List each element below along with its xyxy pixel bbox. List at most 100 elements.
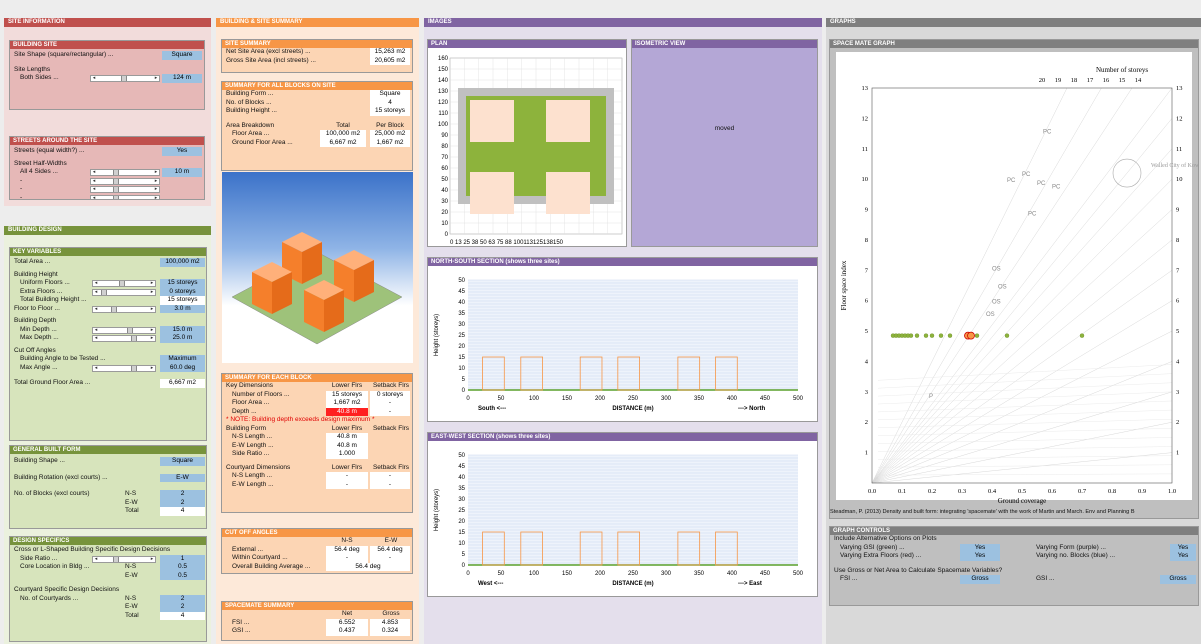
total-area-value[interactable]: 100,000 m2 [160, 258, 205, 267]
x-tick-label: 1.0 [1168, 488, 1176, 495]
plan-y-tick: 160 [438, 56, 449, 62]
scroll-right-icon[interactable]: ▸ [149, 556, 155, 562]
scroll-right-icon[interactable]: ▸ [153, 187, 159, 192]
section-left-label: West <--- [478, 581, 503, 587]
varying-form-toggle[interactable]: Yes [1170, 543, 1196, 552]
scroll-right-icon[interactable]: ▸ [153, 170, 159, 175]
varying-gsi-toggle[interactable]: Yes [960, 543, 1000, 552]
gsi-point [947, 333, 953, 338]
floor-to-floor-scrollbar[interactable]: ◂ ▸ [92, 305, 156, 313]
section-x-tick: 250 [628, 571, 639, 577]
courts-ns-value[interactable]: 2 [160, 594, 205, 603]
scroll-left-icon[interactable]: ◂ [93, 336, 99, 341]
scroll-right-icon[interactable]: ▸ [149, 327, 155, 333]
scroll-left-icon[interactable]: ◂ [91, 178, 97, 184]
scroll-thumb[interactable] [113, 187, 119, 192]
blocks-ew-value[interactable]: 2 [160, 498, 205, 507]
label: All 4 Sides ... [20, 168, 58, 175]
streets-equal-value[interactable]: Yes [162, 147, 202, 156]
scroll-thumb[interactable] [113, 195, 119, 199]
min-depth-value[interactable]: 15.0 m [160, 325, 205, 334]
extra-floors-scrollbar[interactable]: ◂ ▸ [92, 288, 156, 296]
all-sides-value[interactable]: 10 m [162, 168, 202, 177]
scroll-right-icon[interactable]: ▸ [153, 178, 159, 184]
street-width-scrollbar[interactable]: ◂ ▸ [90, 169, 160, 176]
scroll-right-icon[interactable]: ▸ [149, 365, 155, 371]
street-width-scrollbar[interactable]: ◂ ▸ [90, 194, 160, 199]
max-depth-value[interactable]: 25.0 m [160, 334, 205, 343]
gsi-area-select[interactable]: Gross [1160, 575, 1196, 584]
plan-x-ticks: 0 13 25 38 50 63 75 88 100113125138150 [450, 240, 564, 246]
rotation-value[interactable]: E-W [160, 473, 205, 482]
scroll-right-icon[interactable]: ▸ [153, 195, 159, 199]
varying-extra-toggle[interactable]: Yes [960, 552, 1000, 561]
uniform-floors-value[interactable]: 15 storeys [160, 279, 205, 288]
scroll-left-icon[interactable]: ◂ [93, 365, 99, 371]
scroll-left-icon[interactable]: ◂ [93, 281, 99, 286]
annotation-os: OS [986, 312, 995, 318]
building-design-panel: BUILDING DESIGN KEY VARIABLES Total Area… [4, 226, 211, 644]
uniform-floors-scrollbar[interactable]: ◂ ▸ [92, 280, 156, 287]
side-ratio-scrollbar[interactable]: ◂ ▸ [92, 555, 156, 563]
label: Depth ... [232, 407, 257, 415]
y-tick-label-right: 12 [1176, 115, 1183, 122]
y-tick-label: 5 [865, 328, 868, 335]
scroll-left-icon[interactable]: ◂ [91, 76, 97, 81]
courts-ew-value[interactable]: 2 [160, 603, 205, 612]
building-shape-value[interactable]: Square [160, 457, 205, 466]
label: Floor Area ... [232, 130, 270, 137]
both-sides-value[interactable]: 124 m [162, 74, 202, 83]
plan-y-tick: 80 [441, 144, 448, 150]
scroll-right-icon[interactable]: ▸ [149, 336, 155, 341]
street-width-scrollbar[interactable]: ◂ ▸ [90, 186, 160, 193]
extra-floors-value[interactable]: 0 storeys [160, 287, 205, 296]
scroll-right-icon[interactable]: ▸ [149, 281, 155, 286]
fsi-area-select[interactable]: Gross [960, 575, 1000, 584]
scroll-thumb[interactable] [131, 336, 137, 341]
varying-blocks-toggle[interactable]: Yes [1170, 552, 1196, 561]
scroll-thumb[interactable] [113, 556, 119, 562]
scroll-left-icon[interactable]: ◂ [91, 170, 97, 175]
scroll-right-icon[interactable]: ▸ [149, 289, 155, 295]
max-angle-scrollbar[interactable]: ◂ ▸ [92, 364, 156, 372]
angle-tested-value[interactable]: Maximum [160, 355, 205, 364]
scroll-thumb[interactable] [113, 170, 119, 175]
side-ratio-value[interactable]: 1 [160, 554, 205, 563]
site-length-scrollbar[interactable]: ◂ ▸ [90, 75, 160, 82]
scroll-thumb[interactable] [113, 178, 119, 184]
y-tick-label: 2 [865, 419, 868, 426]
core-ew-value[interactable]: 0.5 [160, 571, 205, 580]
scroll-right-icon[interactable]: ▸ [153, 76, 159, 81]
scroll-thumb[interactable] [121, 76, 127, 81]
scroll-thumb[interactable] [101, 289, 107, 295]
blocks-ns-value[interactable]: 2 [160, 490, 205, 499]
gsi-point [908, 333, 914, 338]
label: Side Ratio ... [20, 554, 58, 562]
scroll-thumb[interactable] [111, 306, 117, 312]
max-depth-scrollbar[interactable]: ◂ ▸ [92, 335, 156, 342]
scroll-thumb[interactable] [127, 327, 133, 333]
label: - [20, 176, 23, 184]
max-angle-value[interactable]: 60.0 deg [160, 363, 205, 372]
scroll-left-icon[interactable]: ◂ [93, 556, 99, 562]
scroll-thumb[interactable] [131, 365, 137, 371]
scroll-left-icon[interactable]: ◂ [93, 306, 99, 312]
min-depth-scrollbar[interactable]: ◂ ▸ [92, 326, 156, 334]
street-width-scrollbar[interactable]: ◂ ▸ [90, 177, 160, 185]
core-ns-value[interactable]: 0.5 [160, 563, 205, 572]
top-tick-label: 14 [1135, 77, 1142, 84]
scroll-left-icon[interactable]: ◂ [91, 195, 97, 199]
scroll-left-icon[interactable]: ◂ [91, 187, 97, 192]
floor-to-floor-value[interactable]: 3.0 m [160, 304, 205, 313]
annotation-os: OS [992, 266, 1001, 272]
section-y-tick: 20 [458, 344, 465, 350]
site-shape-value[interactable]: Square [162, 51, 202, 60]
scroll-thumb[interactable] [119, 281, 125, 286]
label: Uniform Floors ... [20, 279, 70, 286]
box-title: ISOMETRIC VIEW [632, 40, 817, 48]
label: Streets (equal width?) ... [14, 147, 85, 154]
scroll-left-icon[interactable]: ◂ [93, 327, 99, 333]
scroll-right-icon[interactable]: ▸ [149, 306, 155, 312]
y-tick-label-right: 3 [1176, 389, 1179, 396]
scroll-left-icon[interactable]: ◂ [93, 289, 99, 295]
